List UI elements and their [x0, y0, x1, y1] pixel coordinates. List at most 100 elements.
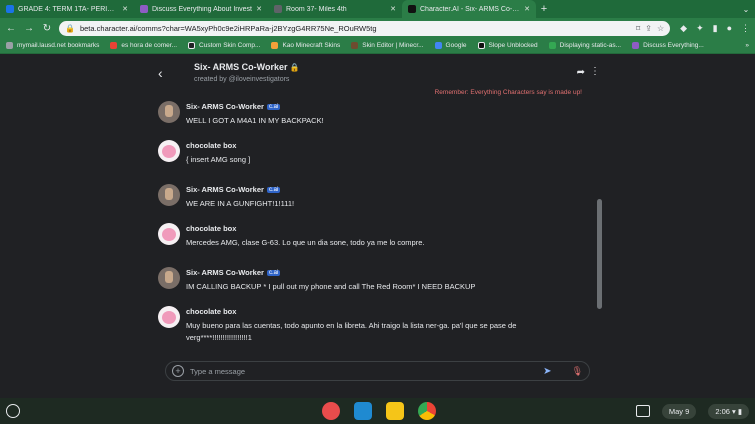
bookmark-item[interactable]: mymail.lausd.net bookmarks: [6, 42, 99, 49]
send-icon[interactable]: ➤: [543, 366, 551, 377]
close-tab-icon[interactable]: ✕: [390, 5, 396, 13]
scrollbar[interactable]: [597, 99, 603, 354]
message-text: WELL I GOT A M4A1 IN MY BACKPACK!: [186, 116, 324, 125]
cai-badge: c.ai: [266, 270, 281, 276]
browser-tab[interactable]: Discuss Everything About Invest ✕: [134, 0, 268, 18]
lock-icon[interactable]: 🔒: [65, 24, 75, 33]
bookmarks-bar: mymail.lausd.net bookmarks es hora de co…: [0, 38, 755, 54]
message-author: Six- ARMS Co-Worker c.ai: [186, 185, 281, 194]
avatar[interactable]: [158, 306, 180, 328]
new-tab-button[interactable]: +: [536, 0, 552, 18]
extension-icon[interactable]: ◆: [680, 23, 687, 34]
app-icon[interactable]: [386, 402, 404, 420]
close-tab-icon[interactable]: ✕: [122, 5, 128, 13]
os-shelf: May 9 2:06 ▾ ▮: [0, 398, 755, 424]
back-chevron-icon[interactable]: ‹: [158, 65, 163, 81]
tab-title: Character.AI - Six- ARMS Co-Wor: [420, 5, 521, 13]
tab-title: GRADE 4: TERM 1TA- PERIOD 1: [18, 5, 119, 13]
bookmark-favicon-icon: [351, 42, 359, 49]
message-author: chocolate box: [186, 141, 237, 150]
menu-kebab-icon[interactable]: ⋮: [741, 23, 750, 34]
url-text: beta.character.ai/comms?char=WA5xyPh0c9e…: [79, 23, 377, 33]
bookmark-item[interactable]: Kao Minecraft Skins: [271, 42, 340, 49]
tab-favicon-icon: [274, 5, 282, 13]
bookmark-item[interactable]: Custom Skin Comp...: [188, 42, 260, 49]
tab-strip: GRADE 4: TERM 1TA- PERIOD 1 ✕ Discuss Ev…: [0, 0, 755, 18]
pinned-apps: [322, 402, 436, 420]
back-arrow-icon[interactable]: ←: [5, 22, 17, 34]
time-status[interactable]: 2:06 ▾ ▮: [708, 403, 749, 419]
message-author: Six- ARMS Co-Worker c.ai: [186, 268, 281, 277]
bookmark-favicon-icon: [188, 42, 196, 49]
close-tab-icon[interactable]: ✕: [524, 5, 530, 13]
bookmark-favicon-icon: [110, 42, 118, 49]
bookmark-item[interactable]: Slope Unblocked: [477, 42, 538, 49]
cai-badge: c.ai: [266, 187, 281, 193]
disclaimer-text: Remember: Everything Characters say is m…: [434, 89, 582, 96]
message-author: Six- ARMS Co-Worker c.ai: [186, 102, 281, 111]
add-attachment-icon[interactable]: +: [172, 365, 184, 377]
bookmark-item[interactable]: es hora de comer...: [110, 42, 177, 49]
bookmark-favicon-icon: [271, 42, 279, 49]
browser-tab[interactable]: Room 37- Miles 4th ✕: [268, 0, 402, 18]
more-options-icon[interactable]: ⋮: [590, 66, 600, 77]
chat-app: ‹ Six- ARMS Co-Worker 🔒 created by @ilove…: [0, 55, 755, 395]
tab-favicon-icon: [408, 5, 416, 13]
message-text: IM CALLING BACKUP * I pull out my phone …: [186, 282, 476, 291]
message-list: Six- ARMS Co-Worker c.ai WELL I GOT A M4A…: [150, 99, 605, 354]
tote-icon[interactable]: [635, 405, 650, 417]
profile-icon[interactable]: ●: [727, 23, 732, 33]
bookmark-item[interactable]: Discuss Everything...: [632, 42, 704, 49]
message-text: WE ARE IN A GUNFIGHT!1!111!: [186, 199, 295, 208]
scrollbar-thumb[interactable]: [597, 199, 602, 309]
avatar[interactable]: [158, 267, 180, 289]
message-text: { insert AMG song ]: [186, 155, 251, 164]
created-by: created by @iloveinvestigators: [194, 76, 290, 83]
date-pill[interactable]: May 9: [661, 403, 697, 419]
message-composer: + ➤ 🎙: [165, 361, 590, 381]
mic-off-icon[interactable]: 🎙: [572, 366, 583, 377]
tab-title: Room 37- Miles 4th: [286, 5, 347, 13]
avatar[interactable]: [158, 223, 180, 245]
bookmark-star-icon[interactable]: ☆: [657, 24, 664, 33]
launcher-icon[interactable]: [6, 404, 20, 418]
browser-tab[interactable]: GRADE 4: TERM 1TA- PERIOD 1 ✕: [0, 0, 134, 18]
bookmark-item[interactable]: Skin Editor | Minecr...: [351, 42, 424, 49]
tab-title: Discuss Everything About Invest: [152, 5, 252, 13]
close-tab-icon[interactable]: ✕: [256, 5, 262, 13]
bookmark-item[interactable]: Displaying static-as...: [548, 42, 621, 49]
avatar[interactable]: [158, 184, 180, 206]
tab-favicon-icon: [6, 5, 14, 13]
app-icon[interactable]: [322, 402, 340, 420]
avatar[interactable]: [158, 140, 180, 162]
status-area: May 9 2:06 ▾ ▮: [635, 403, 749, 419]
tab-favicon-icon: [140, 5, 148, 13]
extensions-puzzle-icon[interactable]: ✦: [696, 23, 704, 34]
tab-search-icon[interactable]: ⌄: [737, 0, 755, 18]
forward-arrow-icon[interactable]: →: [23, 22, 35, 34]
bookmark-favicon-icon: [477, 42, 485, 49]
message-text: Mercedes AMG, clase G-63. Lo que un dia …: [186, 238, 425, 247]
chat-header: ‹ Six- ARMS Co-Worker 🔒 created by @ilove…: [150, 55, 605, 90]
message-author: chocolate box: [186, 307, 237, 316]
cast-icon[interactable]: ⌑: [636, 24, 640, 33]
lock-icon: 🔒: [289, 63, 300, 72]
reload-icon[interactable]: ↻: [41, 22, 53, 34]
share-icon[interactable]: ⇪: [645, 24, 652, 33]
app-icon[interactable]: [354, 402, 372, 420]
chrome-icon[interactable]: [418, 402, 436, 420]
bookmark-favicon-icon: [434, 42, 442, 49]
address-bar[interactable]: 🔒 beta.character.ai/comms?char=WA5xyPh0c…: [59, 20, 671, 36]
avatar[interactable]: [158, 101, 180, 123]
side-panel-icon[interactable]: ▮: [713, 23, 718, 34]
bookmark-favicon-icon: [548, 42, 556, 49]
message-text: Muy bueno para las cuentas, todo apunto …: [186, 321, 517, 342]
bookmarks-overflow-icon[interactable]: »: [745, 42, 749, 49]
message-author: chocolate box: [186, 224, 237, 233]
cai-badge: c.ai: [266, 104, 281, 110]
message-input[interactable]: [190, 366, 538, 376]
bookmark-item[interactable]: Google: [434, 42, 467, 49]
character-name: Six- ARMS Co-Worker 🔒: [194, 62, 300, 72]
share-arrow-icon[interactable]: ➦: [577, 67, 585, 78]
browser-tab-active[interactable]: Character.AI - Six- ARMS Co-Wor ✕: [402, 0, 536, 18]
